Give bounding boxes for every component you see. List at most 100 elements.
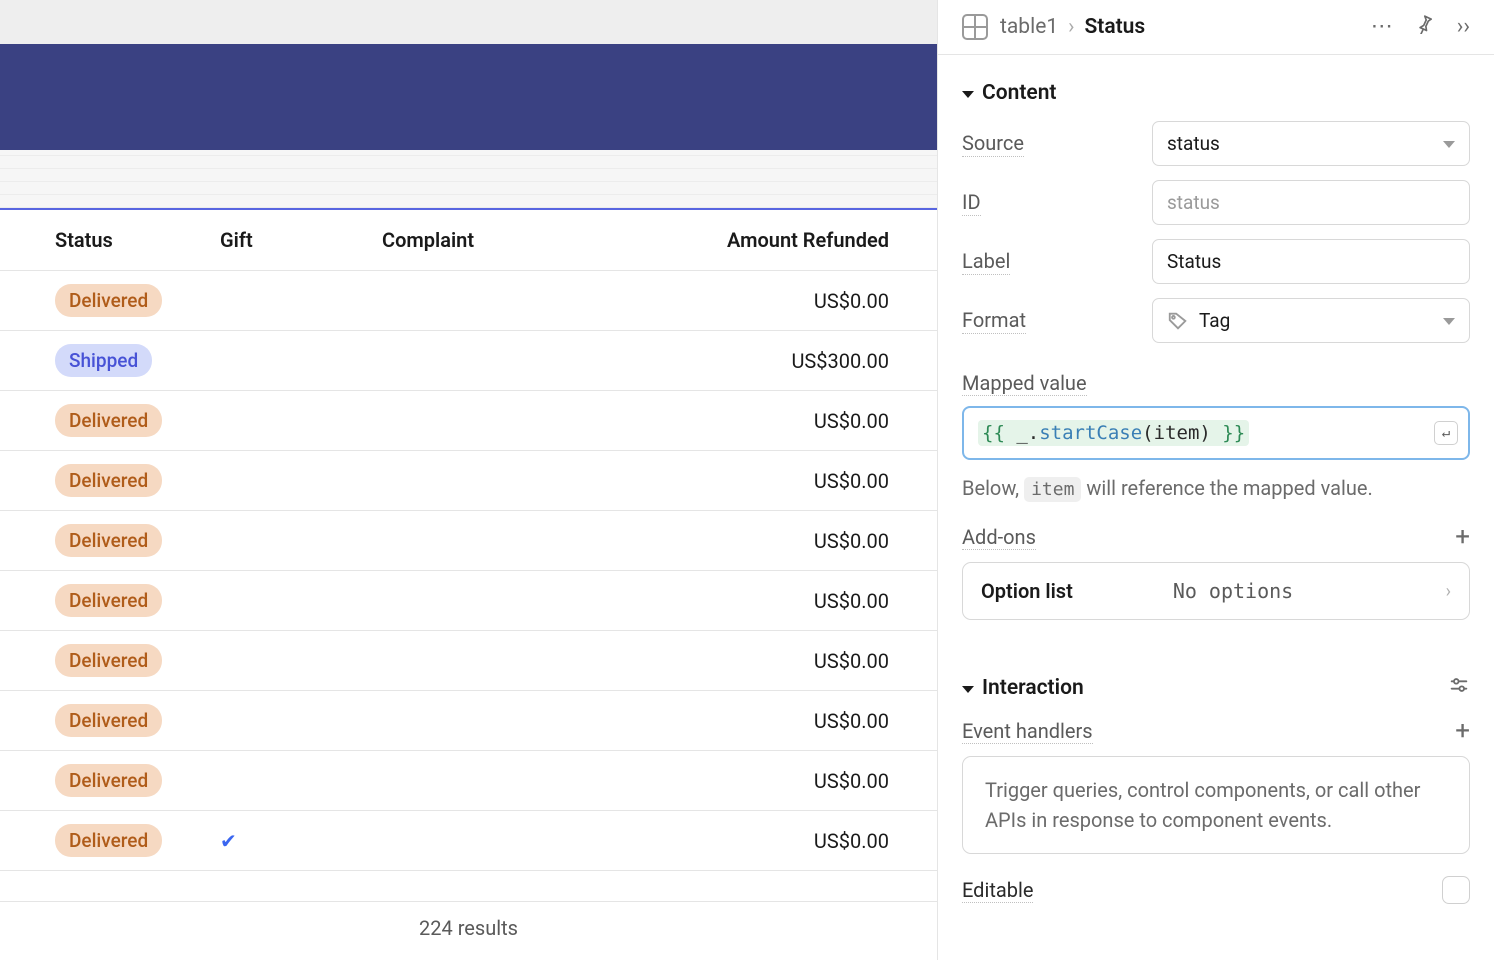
collapse-icon[interactable]: ›› <box>1457 14 1470 40</box>
table-body: Delivered US$0.00 Shipped US$300.00 Delivere… <box>0 271 937 901</box>
cell-status: Delivered <box>55 524 220 557</box>
caret-down-icon <box>962 686 974 693</box>
cell-amount: US$0.00 <box>632 289 937 313</box>
label-value: Status <box>1167 250 1221 273</box>
table-header-row: Status Gift Complaint Amount Refunded <box>0 210 937 271</box>
editable-label: Editable <box>962 878 1033 903</box>
table-row[interactable]: Delivered ✔ US$0.00 <box>0 811 937 871</box>
status-tag: Delivered <box>55 824 162 857</box>
col-header-status[interactable]: Status <box>55 228 220 252</box>
status-tag: Delivered <box>55 644 162 677</box>
mapped-value-label: Mapped value <box>962 371 1087 396</box>
source-select[interactable]: status <box>1152 121 1470 166</box>
cell-amount: US$0.00 <box>632 829 937 853</box>
striped-band <box>0 150 937 210</box>
id-placeholder: status <box>1167 191 1220 214</box>
table-row[interactable]: Delivered US$0.00 <box>0 391 937 451</box>
table-row[interactable]: Delivered US$0.00 <box>0 691 937 751</box>
check-icon: ✔ <box>220 829 237 853</box>
event-handlers-hint: Trigger queries, control components, or … <box>962 756 1470 854</box>
add-addon-button[interactable]: + <box>1455 524 1470 550</box>
cell-status: Delivered <box>55 284 220 317</box>
cell-status: Delivered <box>55 584 220 617</box>
inspector-actions: ⋯ ›› <box>1371 14 1470 40</box>
id-label: ID <box>962 190 981 216</box>
breadcrumb-parent[interactable]: table1 <box>1000 15 1058 39</box>
table-row[interactable]: Delivered US$0.00 <box>0 271 937 331</box>
cell-amount: US$0.00 <box>632 649 937 673</box>
inspector-header: table1 › Status ⋯ ›› <box>938 0 1494 55</box>
col-header-gift[interactable]: Gift <box>220 228 382 252</box>
breadcrumb-current: Status <box>1084 15 1145 39</box>
breadcrumb: table1 › Status <box>1000 15 1145 39</box>
add-event-handler-button[interactable]: + <box>1455 718 1470 744</box>
cell-status: Delivered <box>55 704 220 737</box>
label-label: Label <box>962 249 1010 275</box>
main-content: Status Gift Complaint Amount Refunded De… <box>0 0 938 960</box>
col-header-complaint[interactable]: Complaint <box>382 228 632 252</box>
cell-amount: US$0.00 <box>632 589 937 613</box>
status-tag: Delivered <box>55 584 162 617</box>
format-value: Tag <box>1199 309 1230 332</box>
id-input[interactable]: status <box>1152 180 1470 225</box>
table-row[interactable]: Delivered US$0.00 <box>0 571 937 631</box>
cell-amount: US$0.00 <box>632 709 937 733</box>
status-tag: Delivered <box>55 764 162 797</box>
label-input[interactable]: Status <box>1152 239 1470 284</box>
editable-toggle[interactable] <box>1442 876 1470 904</box>
status-tag: Delivered <box>55 524 162 557</box>
gear-icon[interactable] <box>1448 674 1470 702</box>
status-tag: Shipped <box>55 344 152 377</box>
navy-band <box>0 44 937 150</box>
inspector-body: Content Source status ID status Label St… <box>938 55 1494 960</box>
status-tag: Delivered <box>55 284 162 317</box>
cell-amount: US$0.00 <box>632 409 937 433</box>
cell-status: Shipped <box>55 344 220 377</box>
cell-amount: US$300.00 <box>632 349 937 373</box>
cell-amount: US$0.00 <box>632 469 937 493</box>
addons-label: Add-ons <box>962 525 1036 550</box>
caret-down-icon <box>962 91 974 98</box>
source-label: Source <box>962 131 1024 157</box>
cell-status: Delivered <box>55 764 220 797</box>
cell-status: Delivered <box>55 644 220 677</box>
option-list-card[interactable]: Option list No options › <box>962 562 1470 620</box>
mapped-value-hint: Below, item will reference the mapped va… <box>962 476 1470 500</box>
option-list-value: No options <box>1073 579 1446 603</box>
code-reset-icon[interactable]: ↵ <box>1434 421 1458 445</box>
cell-amount: US$0.00 <box>632 769 937 793</box>
source-value: status <box>1167 132 1220 155</box>
event-handlers-label: Event handlers <box>962 719 1093 744</box>
table-row[interactable]: Delivered US$0.00 <box>0 511 937 571</box>
cell-status: Delivered <box>55 404 220 437</box>
section-content[interactable]: Content <box>962 55 1470 121</box>
section-interaction[interactable]: Interaction <box>962 648 1470 718</box>
cell-amount: US$0.00 <box>632 529 937 553</box>
table-icon <box>962 14 988 40</box>
cell-status: Delivered <box>55 824 220 857</box>
mapped-value-input[interactable]: {{ _.startCase(item) }} ↵ <box>962 406 1470 460</box>
col-header-amount[interactable]: Amount Refunded <box>632 228 937 252</box>
table: Status Gift Complaint Amount Refunded De… <box>0 210 937 960</box>
format-select[interactable]: Tag <box>1152 298 1470 343</box>
tag-icon <box>1167 310 1189 332</box>
option-list-name: Option list <box>981 579 1073 603</box>
top-gray-band <box>0 0 937 44</box>
status-tag: Delivered <box>55 404 162 437</box>
chevron-right-icon: › <box>1446 581 1451 602</box>
cell-gift: ✔ <box>220 829 382 853</box>
format-label: Format <box>962 308 1026 334</box>
table-row[interactable]: Delivered US$0.00 <box>0 451 937 511</box>
cell-status: Delivered <box>55 464 220 497</box>
breadcrumb-sep: › <box>1068 15 1074 39</box>
inspector-panel: table1 › Status ⋯ ›› Content Source stat… <box>938 0 1494 960</box>
status-tag: Delivered <box>55 464 162 497</box>
table-row[interactable]: Delivered US$0.00 <box>0 631 937 691</box>
table-footer: 224 results <box>0 901 937 960</box>
table-row[interactable]: Delivered US$0.00 <box>0 751 937 811</box>
status-tag: Delivered <box>55 704 162 737</box>
pin-icon[interactable] <box>1415 14 1435 40</box>
section-interaction-label: Interaction <box>982 676 1084 700</box>
table-row[interactable]: Shipped US$300.00 <box>0 331 937 391</box>
more-icon[interactable]: ⋯ <box>1371 14 1393 40</box>
